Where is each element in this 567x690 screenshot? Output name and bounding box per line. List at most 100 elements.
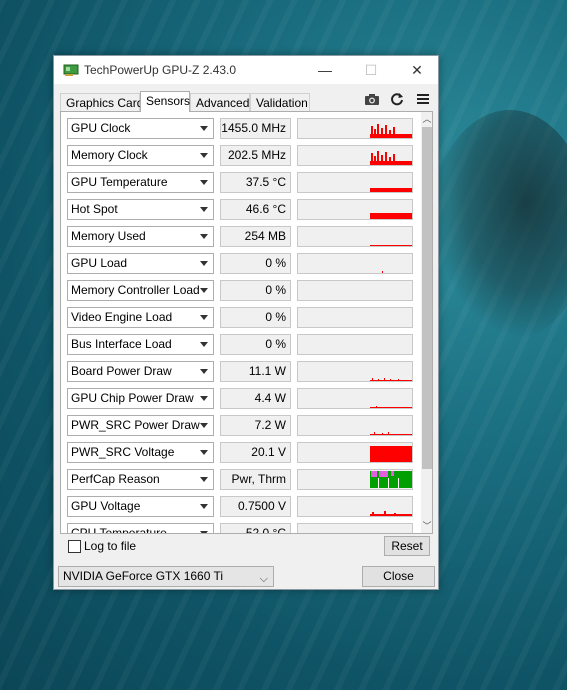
sensor-name: GPU Clock [71,121,131,135]
sensor-row: GPU Load 0 % [67,253,417,274]
sensor-name: GPU Voltage [71,499,141,513]
sensor-name-dropdown[interactable]: Memory Clock [67,145,214,166]
sensors-panel: GPU Clock 1455.0 MHz Memory Clock 202.5 MHz… [60,111,433,534]
sensor-name: Memory Used [71,229,146,243]
tab-validation[interactable]: Validation [250,93,310,111]
sensor-graph [297,469,413,490]
close-button[interactable]: Close [362,566,435,587]
sensor-row: GPU Temperature 37.5 °C [67,172,417,193]
sensor-name-dropdown[interactable]: GPU Temperature [67,172,214,193]
dropdown-arrow-icon [200,234,208,239]
sensor-row: Board Power Draw 11.1 W [67,361,417,382]
dropdown-arrow-icon [200,342,208,347]
sensors-scrollbar[interactable]: ︿ ﹀ [421,112,432,533]
scroll-up-arrow-icon[interactable]: ︿ [421,112,432,126]
tab-advanced[interactable]: Advanced [190,93,250,111]
sensor-value: 0 % [220,307,291,328]
dropdown-arrow-icon [200,261,208,266]
sensor-name: PerfCap Reason [71,472,160,486]
sensor-row: PerfCap Reason Pwr, Thrm [67,469,417,490]
sensor-name: GPU Load [71,256,128,270]
sensor-value: 11.1 W [220,361,291,382]
sensor-graph [297,415,413,436]
scroll-down-arrow-icon[interactable]: ﹀ [421,519,432,533]
sensor-name: Video Engine Load [71,310,173,324]
dropdown-arrow-icon [200,126,208,131]
sensor-row: Memory Used 254 MB [67,226,417,247]
dropdown-arrow-icon [200,396,208,401]
sensor-value: 202.5 MHz [220,145,291,166]
sensor-name: Bus Interface Load [71,337,172,351]
sensor-name-dropdown[interactable]: GPU Chip Power Draw [67,388,214,409]
sensor-graph [297,172,413,193]
sensor-value: 37.5 °C [220,172,291,193]
sensor-name-dropdown[interactable]: GPU Load [67,253,214,274]
sensor-name: Memory Controller Load [71,283,200,297]
sensor-name-dropdown[interactable]: PWR_SRC Power Draw [67,415,214,436]
refresh-icon[interactable] [389,91,405,107]
close-window-button[interactable]: ✕ [394,56,440,84]
camera-icon[interactable] [364,91,380,107]
maximize-button[interactable]: ☐ [348,56,394,84]
sensor-name: CPU Temperature [71,526,167,534]
sensor-row: PWR_SRC Voltage 20.1 V [67,442,417,463]
dropdown-arrow-icon [200,531,208,533]
dropdown-arrow-icon [200,180,208,185]
sensor-name: Memory Clock [71,148,148,162]
reset-button[interactable]: Reset [384,536,430,556]
minimize-button[interactable]: — [302,56,348,84]
sensor-row: PWR_SRC Power Draw 7.2 W [67,415,417,436]
sensor-graph [297,496,413,517]
sensor-name-dropdown[interactable]: PWR_SRC Voltage [67,442,214,463]
sensor-graph [297,199,413,220]
sensor-value: 0 % [220,253,291,274]
sensor-row: Memory Controller Load 0 % [67,280,417,301]
sensor-row: GPU Voltage 0.7500 V [67,496,417,517]
sensor-graph [297,334,413,355]
sensor-graph [297,388,413,409]
dropdown-arrow-icon [200,207,208,212]
title-bar[interactable]: TechPowerUp GPU-Z 2.43.0 — ☐ ✕ [54,56,438,84]
sensor-name: GPU Temperature [71,175,168,189]
scrollbar-thumb[interactable] [422,127,432,469]
sensor-row: GPU Chip Power Draw 4.4 W [67,388,417,409]
sensor-name-dropdown[interactable]: Memory Controller Load [67,280,214,301]
sensor-name: PWR_SRC Power Draw [71,418,200,432]
gpu-select-dropdown[interactable]: NVIDIA GeForce GTX 1660 Ti ⌵ [58,566,274,587]
sensor-graph [297,145,413,166]
sensor-value: 4.4 W [220,388,291,409]
dropdown-arrow-icon [200,315,208,320]
sensor-name-dropdown[interactable]: CPU Temperature [67,523,214,534]
tab-graphics-card[interactable]: Graphics Card [60,93,143,111]
sensor-name-dropdown[interactable]: Bus Interface Load [67,334,214,355]
sensor-value: 52.0 °C [220,523,291,533]
log-to-file-label: Log to file [84,539,137,553]
sensor-value: 254 MB [220,226,291,247]
sensor-name-dropdown[interactable]: PerfCap Reason [67,469,214,490]
sensor-value: 0 % [220,334,291,355]
sensor-name: PWR_SRC Voltage [71,445,175,459]
gpu-select-value: NVIDIA GeForce GTX 1660 Ti [63,569,224,583]
sensor-name-dropdown[interactable]: Video Engine Load [67,307,214,328]
log-to-file-checkbox[interactable] [68,540,81,553]
sensor-name-dropdown[interactable]: Board Power Draw [67,361,214,382]
dropdown-arrow-icon [200,288,208,293]
sensor-value: Pwr, Thrm [220,469,291,490]
sensor-graph [297,226,413,247]
gpuz-window: TechPowerUp GPU-Z 2.43.0 — ☐ ✕ Graphics … [53,55,439,590]
sensor-row: GPU Clock 1455.0 MHz [67,118,417,139]
sensor-name-dropdown[interactable]: Hot Spot [67,199,214,220]
sensor-name-dropdown[interactable]: Memory Used [67,226,214,247]
sensor-value: 0 % [220,280,291,301]
dropdown-arrow-icon [200,153,208,158]
window-title: TechPowerUp GPU-Z 2.43.0 [84,63,237,77]
menu-icon[interactable] [415,91,431,107]
sensor-name-dropdown[interactable]: GPU Clock [67,118,214,139]
sensor-row: Video Engine Load 0 % [67,307,417,328]
chevron-down-icon: ⌵ [259,573,268,585]
tab-sensors[interactable]: Sensors [140,91,190,112]
sensor-name-dropdown[interactable]: GPU Voltage [67,496,214,517]
sensor-row: Memory Clock 202.5 MHz [67,145,417,166]
dropdown-arrow-icon [200,450,208,455]
dropdown-arrow-icon [200,504,208,509]
